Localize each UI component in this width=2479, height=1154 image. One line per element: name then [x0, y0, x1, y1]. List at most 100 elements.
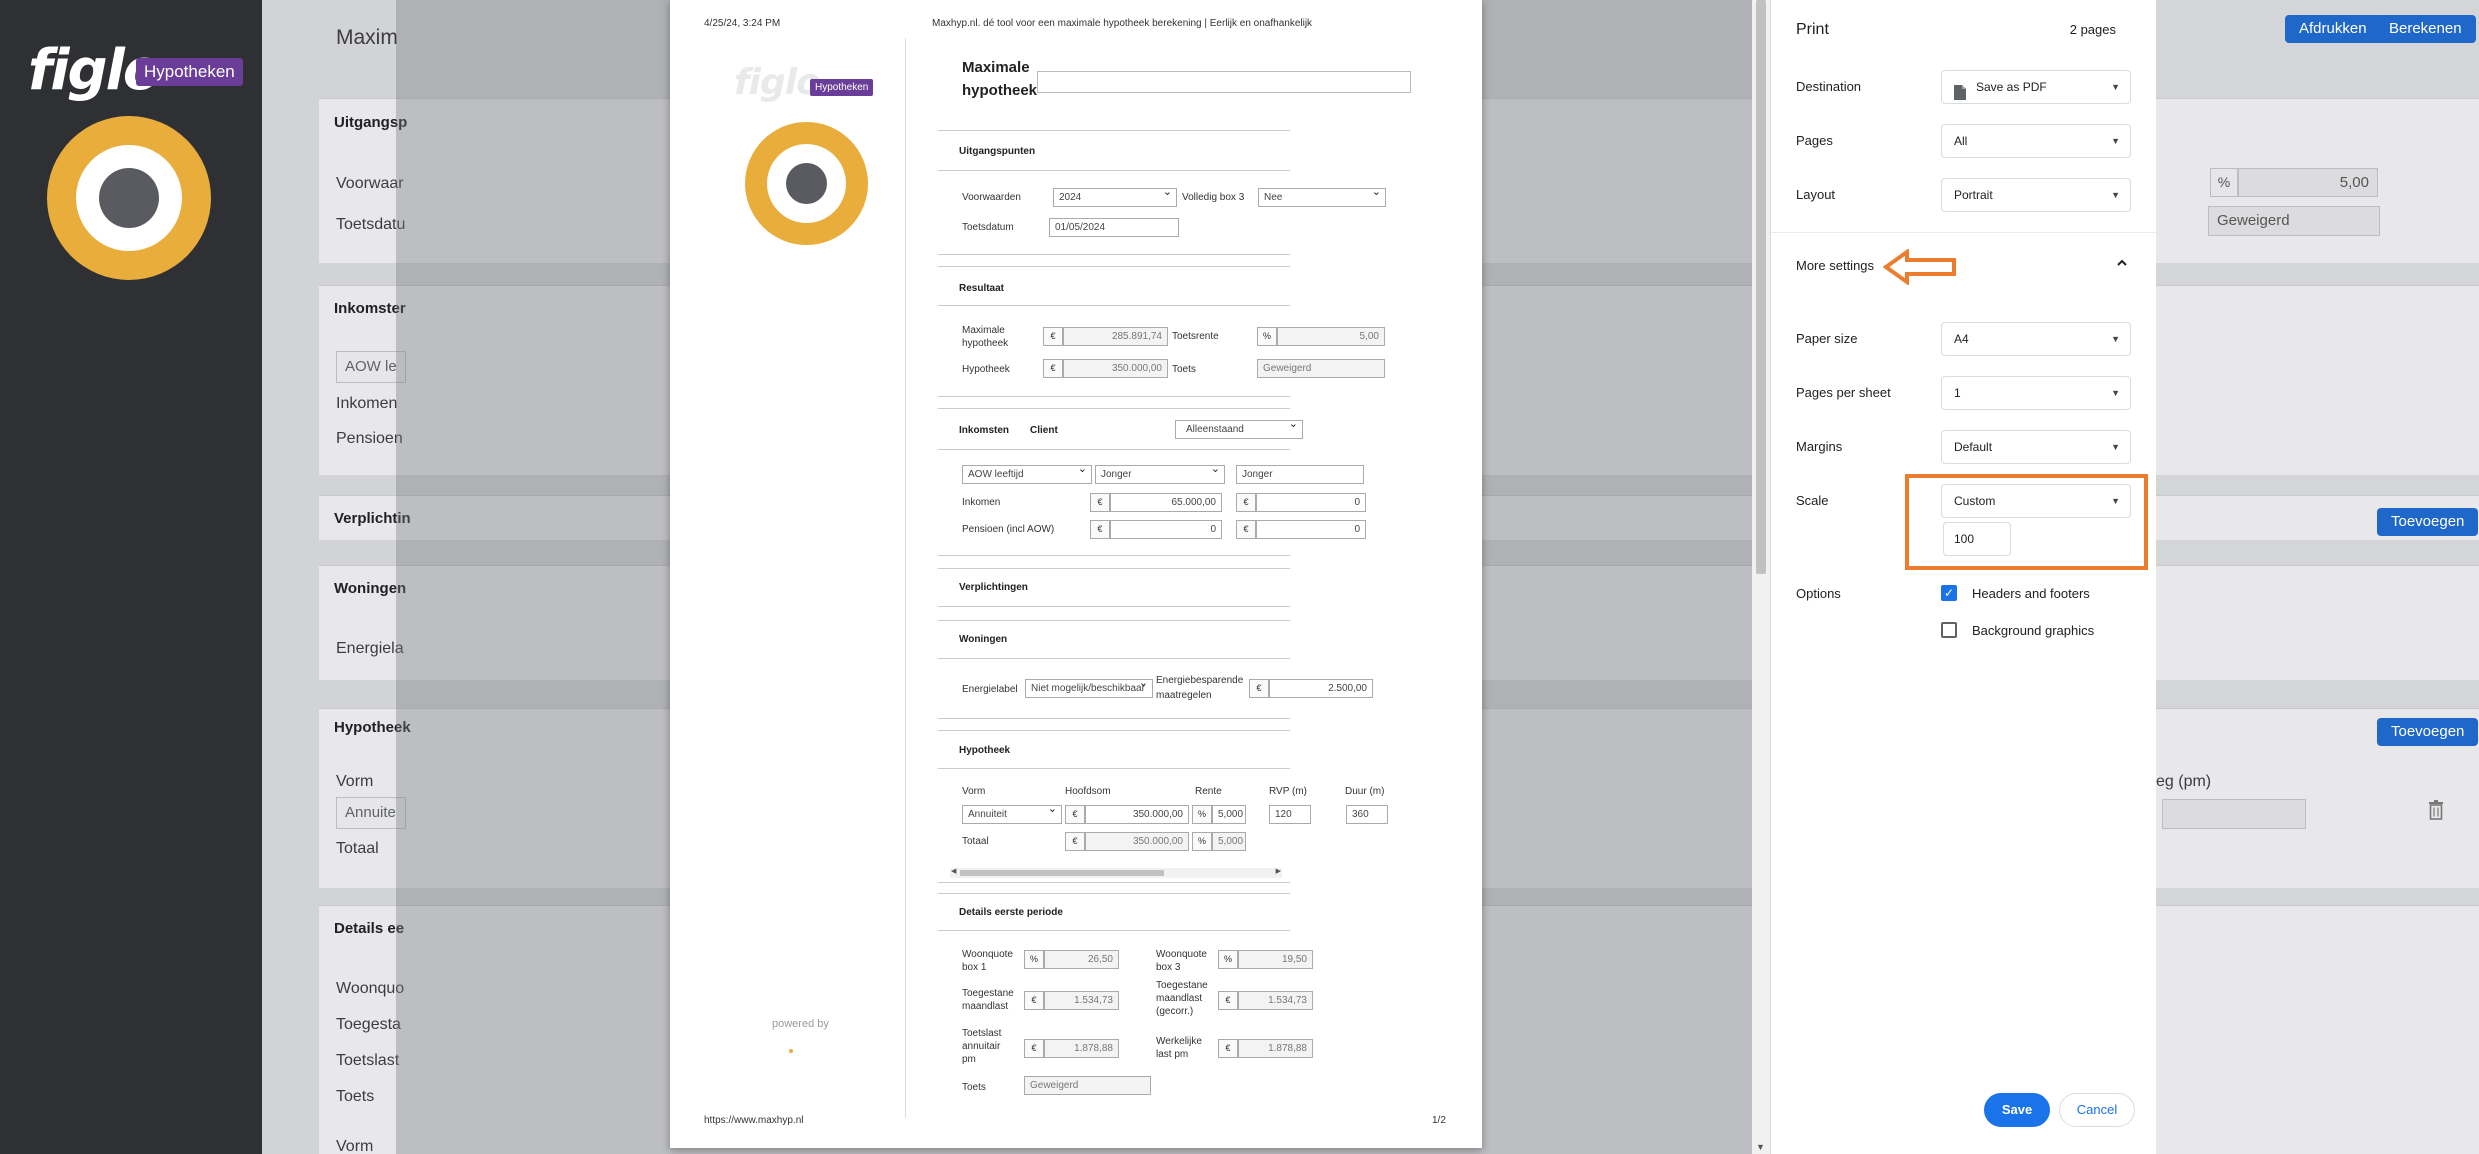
label: Toegesta [336, 1016, 401, 1033]
print-button[interactable]: Afdrukken [2285, 15, 2381, 43]
scale-select[interactable]: Custom ▼ [1941, 484, 2131, 518]
pages-select[interactable]: All ▼ [1941, 124, 2131, 158]
client-label: Client [1030, 425, 1058, 436]
margins-select[interactable]: Default ▼ [1941, 430, 2131, 464]
toetsdatum-input[interactable]: 01/05/2024 [1049, 218, 1179, 237]
divider [1771, 232, 2157, 233]
layout-select[interactable]: Portrait ▼ [1941, 178, 2131, 212]
section-woningen: Woningen [959, 634, 1008, 645]
besparend-input[interactable]: 2.500,00 [1269, 679, 1373, 698]
currency-prefix: € [1218, 1039, 1238, 1058]
rate-input[interactable]: 5,00 [2238, 168, 2378, 197]
scrollbar-thumb[interactable] [1756, 0, 1766, 574]
powered-by-logo [789, 1049, 793, 1053]
duur-input[interactable]: 360 [1346, 805, 1388, 824]
annotation-arrow-icon [1882, 248, 1957, 286]
label: Totaal [336, 840, 379, 857]
jonger-select[interactable]: Jonger [1095, 465, 1225, 484]
label: pm [962, 1054, 976, 1065]
label: Pensioen (incl AOW) [962, 524, 1055, 535]
print-title: Print [1796, 21, 1829, 38]
totaal-rente-output: 5,000 [1212, 832, 1246, 851]
add-mortgage-button[interactable]: Toevoegen [2377, 718, 2479, 746]
box3-select[interactable]: Nee [1258, 188, 1386, 207]
currency-prefix: € [1043, 359, 1063, 378]
woonquote1-output: 26,50 [1044, 950, 1119, 969]
scroll-left-icon[interactable]: ◀ [951, 867, 956, 875]
trash-icon[interactable] [2428, 800, 2444, 820]
label: Energiebesparende [1156, 675, 1244, 686]
section-heading: Details ee [334, 920, 405, 937]
scale-input[interactable]: 100 [1943, 522, 2011, 556]
label: annuitair [962, 1041, 1001, 1052]
layout-label: Layout [1796, 187, 1836, 202]
scrollbar-thumb[interactable] [960, 870, 1164, 876]
file-icon [1954, 80, 1966, 100]
label: Toets [962, 1082, 986, 1093]
divider [938, 305, 1290, 306]
destination-select[interactable]: Save as PDF ▼ [1941, 70, 2131, 104]
column-header: eg (pm) [2156, 773, 2212, 790]
headers-footers-checkbox[interactable]: ✓ [1941, 585, 1957, 601]
energielabel-select[interactable]: Niet mogelijk/beschikbaar [1025, 679, 1153, 698]
preview-scrollbar[interactable]: ▼ [1752, 0, 1770, 1154]
rvp-input[interactable]: 120 [1269, 805, 1311, 824]
calculate-button[interactable]: Berekenen [2375, 15, 2476, 43]
col-header: Hoofdsom [1065, 786, 1111, 797]
percent-prefix: % [1218, 950, 1238, 969]
label: Voorwaarden [962, 192, 1021, 203]
scale-input-value: 100 [1954, 532, 1975, 546]
more-settings-toggle[interactable]: More settings [1796, 258, 1874, 273]
doc-logo-text: figlo [734, 62, 821, 103]
label: Toetsdatu [336, 216, 406, 233]
divider [938, 396, 1290, 397]
paper-size-select[interactable]: A4 ▼ [1941, 322, 2131, 356]
section-verplichtingen: Verplichtingen [959, 582, 1028, 593]
currency-prefix: € [1065, 832, 1085, 851]
headers-footers-label: Headers and footers [1972, 586, 2090, 601]
pensioen-partner-input[interactable]: 0 [1256, 520, 1366, 539]
household-select[interactable]: Alleenstaand [1175, 420, 1303, 439]
toegestane-gecorr-output: 1.534,73 [1238, 991, 1313, 1010]
paper-size-value: A4 [1954, 332, 1969, 346]
rente-input[interactable]: 5,000 [1212, 805, 1246, 824]
col-header: RVP (m) [1269, 786, 1307, 797]
pensioen-input[interactable]: 0 [1110, 520, 1222, 539]
save-button[interactable]: Save [1984, 1093, 2050, 1127]
aow-select[interactable]: AOW leeftijd [962, 465, 1092, 484]
scroll-right-icon[interactable]: ▶ [1276, 867, 1281, 875]
label: Energielabel [962, 684, 1018, 695]
currency-prefix: € [1065, 805, 1085, 824]
margins-label: Margins [1796, 439, 1843, 454]
section-heading: Inkomster [334, 300, 406, 317]
pages-value: All [1954, 134, 1968, 148]
print-settings-panel: Print 2 pages Destination Save as PDF ▼ … [1770, 0, 2157, 1154]
label: Toetsrente [1172, 331, 1219, 342]
inkomen-input[interactable]: 65.000,00 [1110, 493, 1222, 512]
currency-prefix: € [1236, 520, 1256, 539]
scale-label: Scale [1796, 493, 1829, 508]
doc-title: Maximale hypotheek [962, 56, 1037, 102]
label: Werkelijke [1156, 1036, 1202, 1047]
background-graphics-checkbox[interactable] [1941, 622, 1957, 638]
currency-prefix: € [1043, 327, 1063, 346]
label: Toegestane [1156, 980, 1208, 991]
cancel-button[interactable]: Cancel [2059, 1093, 2135, 1127]
add-obligation-button[interactable]: Toevoegen [2377, 508, 2479, 536]
scroll-down-icon[interactable]: ▼ [1756, 1142, 1765, 1152]
werkelijke-output: 1.878,88 [1238, 1039, 1313, 1058]
layout-value: Portrait [1954, 188, 1993, 202]
divider [938, 620, 1290, 621]
horizontal-scrollbar[interactable]: ◀ ▶ [950, 868, 1282, 878]
voorwaarden-select[interactable]: 2024 [1053, 188, 1177, 207]
divider [938, 606, 1290, 607]
chevron-up-icon[interactable] [2115, 256, 2129, 270]
vorm-select[interactable]: Annuiteit [962, 805, 1062, 824]
label: (gecorr.) [1156, 1006, 1194, 1017]
hoofdsom-input[interactable]: 350.000,00 [1085, 805, 1189, 824]
divider [938, 730, 1290, 731]
jonger-input[interactable]: Jonger [1236, 465, 1364, 484]
inkomen-partner-input[interactable]: 0 [1256, 493, 1366, 512]
pages-per-sheet-select[interactable]: 1 ▼ [1941, 376, 2131, 410]
hypotheek-output: 350.000,00 [1063, 359, 1168, 378]
